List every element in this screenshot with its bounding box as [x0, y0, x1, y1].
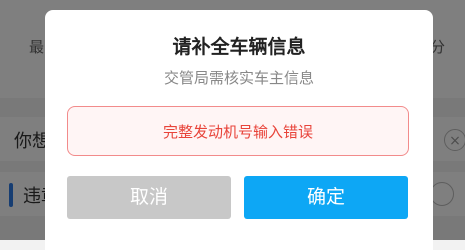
- error-message-box: 完整发动机号输入错误: [67, 106, 409, 156]
- dialog-subtitle: 交管局需核实车主信息: [163, 69, 314, 87]
- error-message: 完整发动机号输入错误: [162, 123, 313, 141]
- vehicle-info-dialog: 请补全车辆信息 交管局需核实车主信息 完整发动机号输入错误 取消 确定: [45, 10, 433, 250]
- dialog-title: 请补全车辆信息: [172, 36, 306, 58]
- confirm-button[interactable]: 确定: [244, 176, 408, 219]
- cancel-button[interactable]: 取消: [67, 176, 231, 219]
